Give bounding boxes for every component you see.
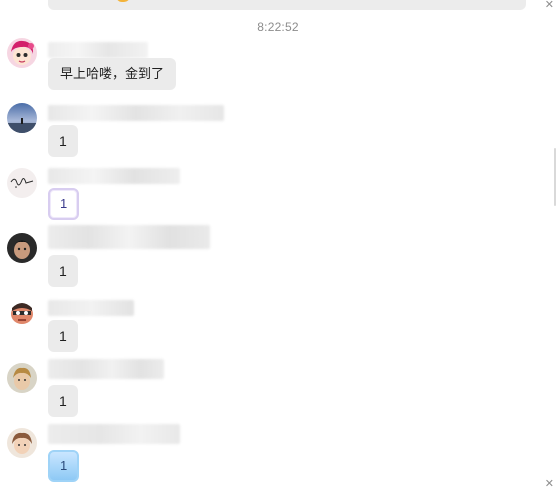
list-item: 1 — [0, 424, 556, 492]
avatar[interactable] — [7, 428, 37, 458]
list-item: 1 — [0, 298, 556, 358]
list-item: 1 — [0, 359, 556, 423]
avatar[interactable] — [7, 168, 37, 198]
sender-name — [48, 300, 134, 316]
message-bubble[interactable]: 1 — [48, 188, 80, 220]
sender-name — [48, 424, 180, 444]
message-bubble[interactable]: 1 — [48, 125, 78, 157]
avatar[interactable] — [7, 363, 37, 393]
avatar[interactable] — [7, 103, 37, 133]
sender-name — [48, 42, 148, 58]
list-item: 1 — [0, 225, 556, 293]
sender-name — [48, 225, 210, 249]
list-item: 早上哈喽，金到了 — [0, 38, 556, 98]
avatar[interactable] — [7, 38, 37, 68]
close-icon[interactable]: ✕ — [545, 477, 554, 490]
message-bubble[interactable]: 1 — [48, 320, 78, 352]
avatar[interactable] — [7, 298, 37, 328]
message-bubble[interactable]: 1 — [48, 385, 78, 417]
sender-name — [48, 168, 180, 184]
message-bubble[interactable]: 早上哈喽，金到了 — [48, 58, 177, 90]
close-icon[interactable]: ✕ — [545, 0, 554, 11]
sender-name — [48, 359, 164, 379]
message-timestamp: 8:22:52 — [257, 20, 299, 34]
list-item: 1 — [0, 103, 556, 163]
message-bubble[interactable]: 1 — [48, 450, 80, 482]
sender-name — [48, 105, 224, 121]
message-bubble[interactable]: 1 — [48, 255, 78, 287]
avatar[interactable] — [7, 233, 37, 263]
list-item: 1 — [0, 168, 556, 228]
